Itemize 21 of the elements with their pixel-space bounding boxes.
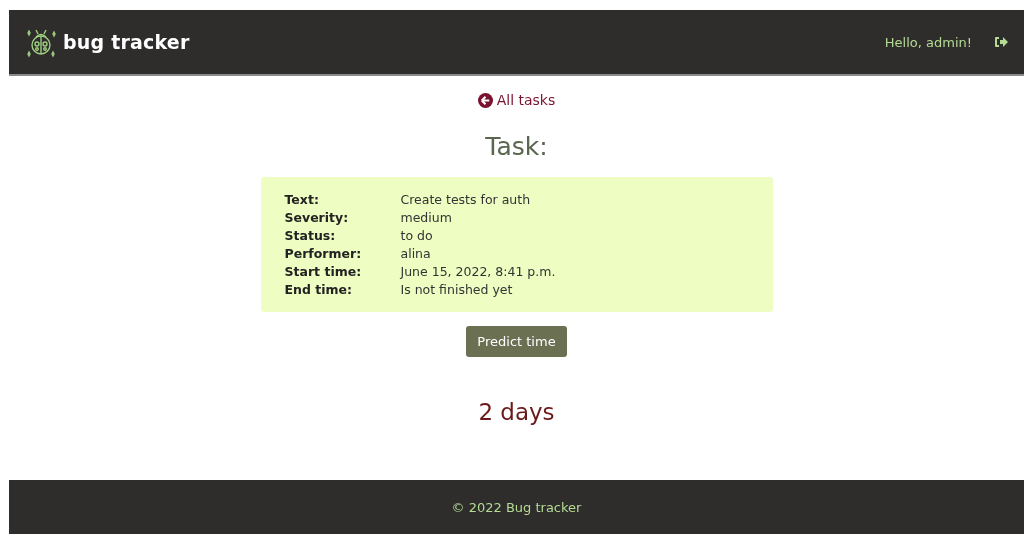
- footer-text: © 2022 Bug tracker: [451, 499, 582, 515]
- field-label: Performer:: [284, 246, 363, 261]
- field-value: Create tests for auth: [400, 192, 532, 207]
- field-label: End time:: [284, 282, 353, 297]
- field-value: Is not finished yet: [400, 282, 514, 297]
- field-value: medium: [400, 210, 453, 225]
- field-label: Severity:: [284, 210, 350, 225]
- page-title: Task:: [485, 132, 548, 161]
- field-value: alina: [400, 246, 432, 261]
- greeting-text: Hello, admin!: [884, 34, 972, 50]
- brand-name[interactable]: bug tracker: [63, 31, 190, 53]
- field-label: Text:: [284, 192, 320, 207]
- field-value: to do: [400, 228, 434, 243]
- logout-icon[interactable]: [994, 36, 1008, 48]
- back-arrow-icon: [477, 92, 493, 108]
- all-tasks-link[interactable]: All tasks: [477, 92, 556, 108]
- field-label: Status:: [284, 228, 337, 243]
- field-value: June 15, 2022, 8:41 p.m.: [400, 264, 557, 279]
- field-label: Start time:: [284, 264, 363, 279]
- predict-time-button[interactable]: Predict time: [466, 326, 567, 357]
- prediction-result: 2 days: [478, 399, 555, 425]
